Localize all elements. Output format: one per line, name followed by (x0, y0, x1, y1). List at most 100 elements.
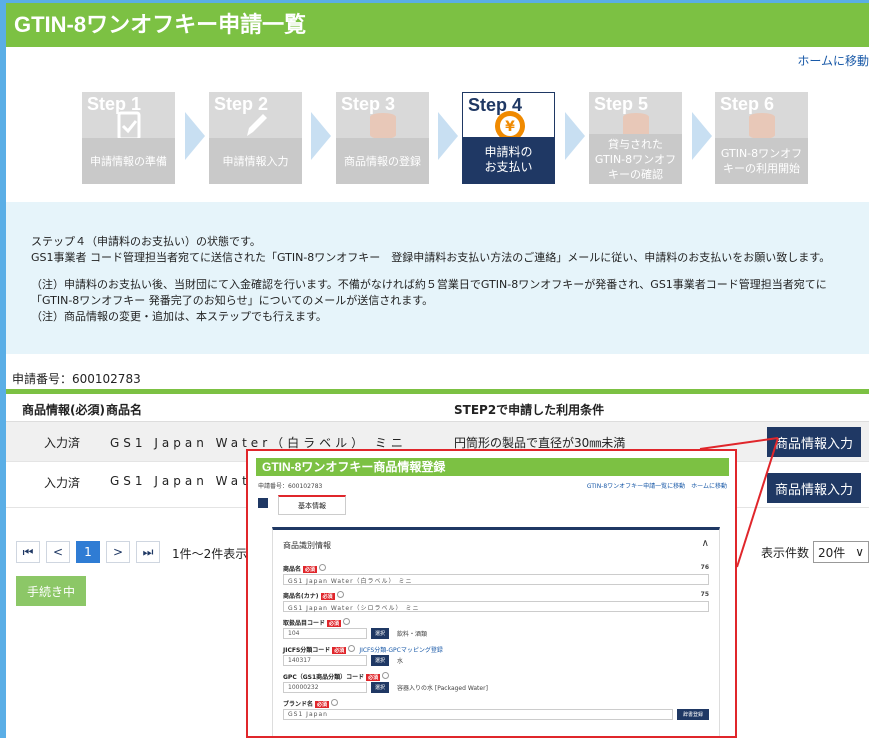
brand-name-select[interactable]: GS1 Japan (283, 709, 673, 720)
display-count-label: 表示件数 (760, 545, 809, 560)
col-header: 商品情報(必須) (22, 403, 105, 417)
page-1[interactable]: 1 (76, 541, 100, 563)
product-name-input[interactable]: GS1 Japan Water（白ラベル） ミニ (283, 574, 709, 585)
page-title: GTIN-8ワンオフキー申請一覧 (6, 3, 869, 47)
help-icon[interactable] (336, 591, 344, 598)
home-link[interactable]: ホームに移動 (797, 52, 869, 69)
field-label: 商品名(カナ) (283, 593, 319, 600)
category-desc: 飲料・酒類 (397, 631, 428, 638)
step-label: 貸与された GTIN-8ワンオフ キーの確認 (589, 134, 682, 184)
can-icon (370, 113, 396, 139)
required-badge: 必須 (303, 566, 318, 573)
popup-nav-links[interactable]: GTIN-8ワンオフキー申請一覧に移動 ホームに移動 (587, 481, 727, 490)
step-label: GTIN-8ワンオフ キーの利用開始 (715, 138, 808, 184)
chevron-up-icon[interactable]: ∧ (702, 538, 709, 549)
row-status: 入力済 (44, 436, 81, 450)
required-badge: 必須 (315, 701, 330, 708)
pencil-icon (247, 114, 267, 136)
required-badge: 必須 (327, 620, 342, 627)
product-registration-popup: GTIN-8ワンオフキー商品情報登録 申請番号：600102783 GTIN-8… (246, 449, 737, 738)
step-label: 申請情報入力 (209, 138, 302, 184)
prev-page-icon[interactable]: < (46, 541, 70, 563)
jicfs-desc: 水 (397, 658, 404, 665)
display-count-value: 20件 (818, 545, 846, 560)
field-label: JICFS分類コード (283, 647, 331, 654)
field-product-name: 商品名 必須 76 GS1 Japan Water（白ラベル） ミニ (283, 564, 709, 585)
step-6: Step 6 GTIN-8ワンオフ キーの利用開始 (715, 92, 808, 184)
step-4: Step 4 ¥ 申請料の お支払い (462, 92, 555, 184)
select-button[interactable]: 選択 (371, 655, 389, 666)
info-note: （注）商品情報の変更・追加は、本ステップでも行えます。 (31, 310, 327, 323)
help-icon[interactable] (348, 645, 356, 652)
help-icon[interactable] (382, 672, 390, 679)
dictionary-register-button[interactable]: 辞書登録 (677, 709, 709, 720)
field-label: ブランド名 (283, 701, 314, 708)
row-status: 入力済 (44, 476, 81, 490)
help-icon[interactable] (343, 618, 351, 625)
info-line: GS1事業者 コード管理担当者宛てに送信された「GTIN-8ワンオフキー 登録申… (31, 251, 831, 264)
product-id-panel: 商品識別情報 ∧ 商品名 必須 76 GS1 Japan Water（白ラベル） ミ… (272, 527, 720, 736)
display-count-select[interactable]: 20件 ∨ (813, 541, 869, 563)
clipboard-check-icon (117, 111, 141, 141)
display-count: 表示件数 20件 ∨ (761, 541, 869, 563)
popup-title: GTIN-8ワンオフキー商品情報登録 (256, 458, 729, 476)
char-count: 76 (700, 564, 709, 571)
step-arrow (311, 112, 331, 160)
product-kana-input[interactable]: GS1 Japan Water（シロラベル） ミニ (283, 601, 709, 612)
product-info-button[interactable]: 商品情報入力 (767, 427, 861, 457)
step-3: Step 3 商品情報の登録 (336, 92, 429, 184)
step-label: 商品情報の登録 (336, 138, 429, 184)
gpc-desc: 容器入りの水 [Packaged Water] (397, 685, 488, 692)
field-gpc-code: GPC（GS1商品分類）コード 必須 10000232 選択 容器入りの水 [Pack… (283, 672, 709, 693)
pagination: ⏮ < 1 > ⏭ (16, 541, 160, 563)
last-page-icon[interactable]: ⏭ (136, 541, 160, 563)
field-label: GPC（GS1商品分類）コード (283, 674, 365, 681)
step-label: 申請料の お支払い (463, 137, 554, 183)
help-icon[interactable] (319, 564, 327, 571)
step-arrow (185, 112, 205, 160)
field-brand-name: ブランド名 必須 GS1 Japan 辞書登録 (283, 699, 709, 720)
select-button[interactable]: 選択 (371, 682, 389, 693)
col-header: STEP2で申請した利用条件 (454, 403, 605, 417)
field-label: 商品名 (283, 566, 302, 573)
info-text: ステップ４（申請料のお支払い）の状態です。 GS1事業者 コード管理担当者宛てに送… (31, 234, 859, 266)
field-category-code: 取扱品目コード 必須 104 選択 飲料・酒類 (283, 618, 709, 639)
required-badge: 必須 (332, 647, 347, 654)
application-number: 申請番号：600102783 (12, 372, 141, 386)
step-arrow (438, 112, 458, 160)
tab-basic-info[interactable]: 基本情報 (278, 495, 346, 515)
svg-text:¥: ¥ (505, 119, 515, 135)
field-jicfs-code: JICFS分類コード 必須 JICFS分類-GPCマッピング登録 140317 選択 水 (283, 645, 709, 666)
table-header: 商品情報(必須) 商品名 STEP2で申請した利用条件 (6, 394, 869, 422)
info-note: （注）申請料のお支払い後、当財団にて入金確認を行います。不備がなければ約５営業日… (31, 278, 827, 307)
row-product-name: GS1 Japan Wat (110, 474, 251, 488)
next-page-icon[interactable]: > (106, 541, 130, 563)
field-label: 取扱品目コード (283, 620, 326, 627)
step-2: Step 2 申請情報入力 (209, 92, 302, 184)
popup-application-number: 申請番号：600102783 (258, 483, 323, 490)
step-1: Step 1 申請情報の準備 (82, 92, 175, 184)
document-icon (258, 498, 268, 508)
step-label: 申請情報の準備 (82, 138, 175, 184)
info-line: ステップ４（申請料のお支払い）の状態です。 (31, 235, 261, 248)
jicfs-mapping-link[interactable]: JICFS分類-GPCマッピング登録 (359, 647, 443, 654)
can-icon (749, 113, 775, 139)
section-title: 商品識別情報 (283, 541, 331, 550)
select-button[interactable]: 選択 (371, 628, 389, 639)
step-5: Step 5 貸与された GTIN-8ワンオフ キーの確認 (589, 92, 682, 184)
chevron-down-icon: ∨ (855, 545, 864, 559)
required-badge: 必須 (320, 593, 335, 600)
jicfs-code-input[interactable]: 140317 (283, 655, 367, 666)
product-info-button[interactable]: 商品情報入力 (767, 473, 861, 503)
char-count: 75 (700, 591, 709, 598)
status-info-box: ステップ４（申請料のお支払い）の状態です。 GS1事業者 コード管理担当者宛てに送… (6, 202, 869, 354)
step-arrow (565, 112, 585, 160)
help-icon[interactable] (331, 699, 339, 706)
first-page-icon[interactable]: ⏮ (16, 541, 40, 563)
step-arrow (692, 112, 712, 160)
in-progress-button[interactable]: 手続き中 (16, 576, 86, 606)
required-badge: 必須 (366, 674, 381, 681)
category-code-input[interactable]: 104 (283, 628, 367, 639)
col-header: 商品名 (106, 403, 143, 417)
gpc-code-input[interactable]: 10000232 (283, 682, 367, 693)
